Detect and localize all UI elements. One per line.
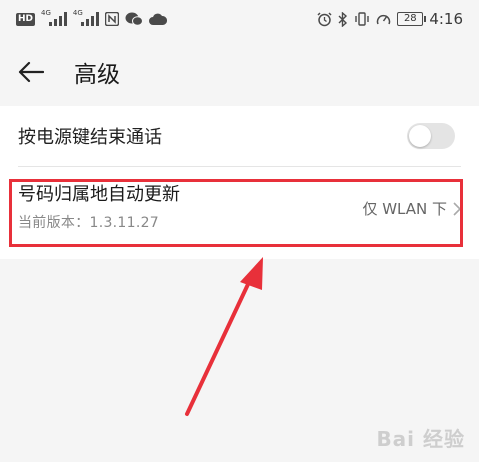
baidu-watermark: Bai 经验 (376, 427, 465, 451)
annotation-arrow (185, 257, 263, 416)
